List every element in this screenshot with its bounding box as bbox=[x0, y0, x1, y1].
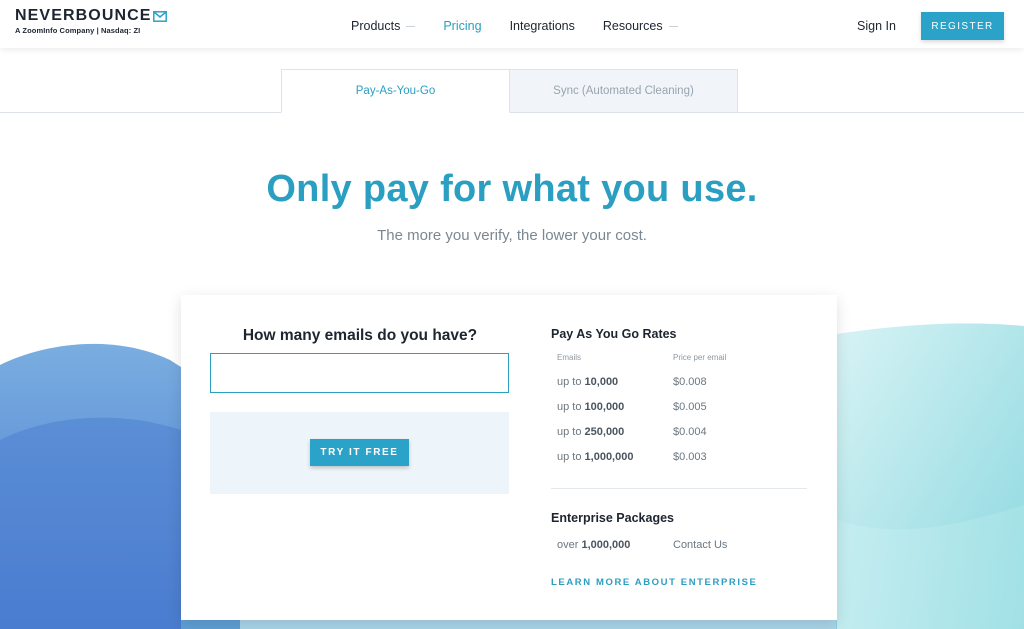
nav-products[interactable]: Products bbox=[351, 19, 416, 33]
rate-prefix: up to bbox=[557, 451, 582, 463]
nav-pricing[interactable]: Pricing bbox=[443, 19, 481, 33]
nav-pricing-label: Pricing bbox=[443, 19, 482, 33]
enterprise-threshold: over 1,000,000 bbox=[557, 539, 630, 551]
enterprise-title: Enterprise Packages bbox=[551, 511, 674, 525]
page-subtitle: The more you verify, the lower your cost… bbox=[377, 227, 647, 244]
section-divider bbox=[551, 488, 807, 489]
rates-title: Pay As You Go Rates bbox=[551, 327, 677, 341]
rate-amount: 10,000 bbox=[584, 376, 619, 388]
nav-integrations[interactable]: Integrations bbox=[510, 19, 575, 33]
register-button[interactable]: REGISTER bbox=[921, 12, 1004, 40]
pricing-card: How many emails do you have? TRY IT FREE… bbox=[181, 295, 837, 620]
nav-products-label: Products bbox=[351, 19, 401, 33]
rate-prefix: up to bbox=[557, 426, 582, 438]
rate-amount: 100,000 bbox=[584, 401, 625, 413]
rate-price: $0.008 bbox=[673, 376, 707, 388]
rate-amount: 1,000,000 bbox=[584, 451, 634, 463]
dropdown-indicator-icon bbox=[668, 25, 678, 27]
rates-column-price: Price per email bbox=[673, 353, 727, 362]
email-count-input[interactable] bbox=[210, 353, 509, 393]
try-free-panel: TRY IT FREE bbox=[210, 412, 509, 494]
tab-pay-as-you-go[interactable]: Pay-As-You-Go bbox=[281, 69, 510, 113]
rate-price: $0.003 bbox=[673, 451, 707, 463]
sign-in-link[interactable]: Sign In bbox=[857, 19, 896, 33]
site-header: NEVERBOUNCE A ZoomInfo Company | Nasdaq:… bbox=[0, 0, 1024, 48]
rate-row: up to 100,000 $0.005 bbox=[557, 401, 817, 415]
envelope-icon bbox=[152, 10, 167, 22]
main-nav: Products Pricing Integrations Resources bbox=[351, 19, 706, 33]
tab-sync[interactable]: Sync (Automated Cleaning) bbox=[509, 69, 738, 113]
page-title: Only pay for what you use. bbox=[266, 168, 758, 210]
nav-resources[interactable]: Resources bbox=[603, 19, 678, 33]
email-count-question: How many emails do you have? bbox=[242, 327, 478, 344]
rates-column-emails: Emails bbox=[557, 353, 582, 362]
enterprise-amount: 1,000,000 bbox=[581, 539, 631, 551]
rate-prefix: up to bbox=[557, 376, 582, 388]
rate-row: up to 1,000,000 $0.003 bbox=[557, 451, 817, 465]
rate-price: $0.004 bbox=[673, 426, 707, 438]
nav-resources-label: Resources bbox=[602, 19, 663, 33]
logo-text: NEVERBOUNCE bbox=[15, 7, 152, 24]
logo[interactable]: NEVERBOUNCE A ZoomInfo Company | Nasdaq:… bbox=[15, 7, 167, 35]
dropdown-indicator-icon bbox=[406, 25, 416, 27]
enterprise-price: Contact Us bbox=[673, 539, 728, 551]
rate-row: up to 250,000 $0.004 bbox=[557, 426, 817, 440]
nav-integrations-label: Integrations bbox=[509, 19, 575, 33]
rate-amount: 250,000 bbox=[584, 426, 625, 438]
logo-subtitle: A ZoomInfo Company | Nasdaq: ZI bbox=[15, 26, 141, 35]
enterprise-prefix: over bbox=[557, 539, 579, 551]
rate-price: $0.005 bbox=[673, 401, 707, 413]
rate-row: up to 10,000 $0.008 bbox=[557, 376, 817, 390]
rate-prefix: up to bbox=[557, 401, 582, 413]
try-it-free-button[interactable]: TRY IT FREE bbox=[310, 439, 409, 466]
learn-more-enterprise-link[interactable]: LEARN MORE ABOUT ENTERPRISE bbox=[551, 577, 757, 588]
